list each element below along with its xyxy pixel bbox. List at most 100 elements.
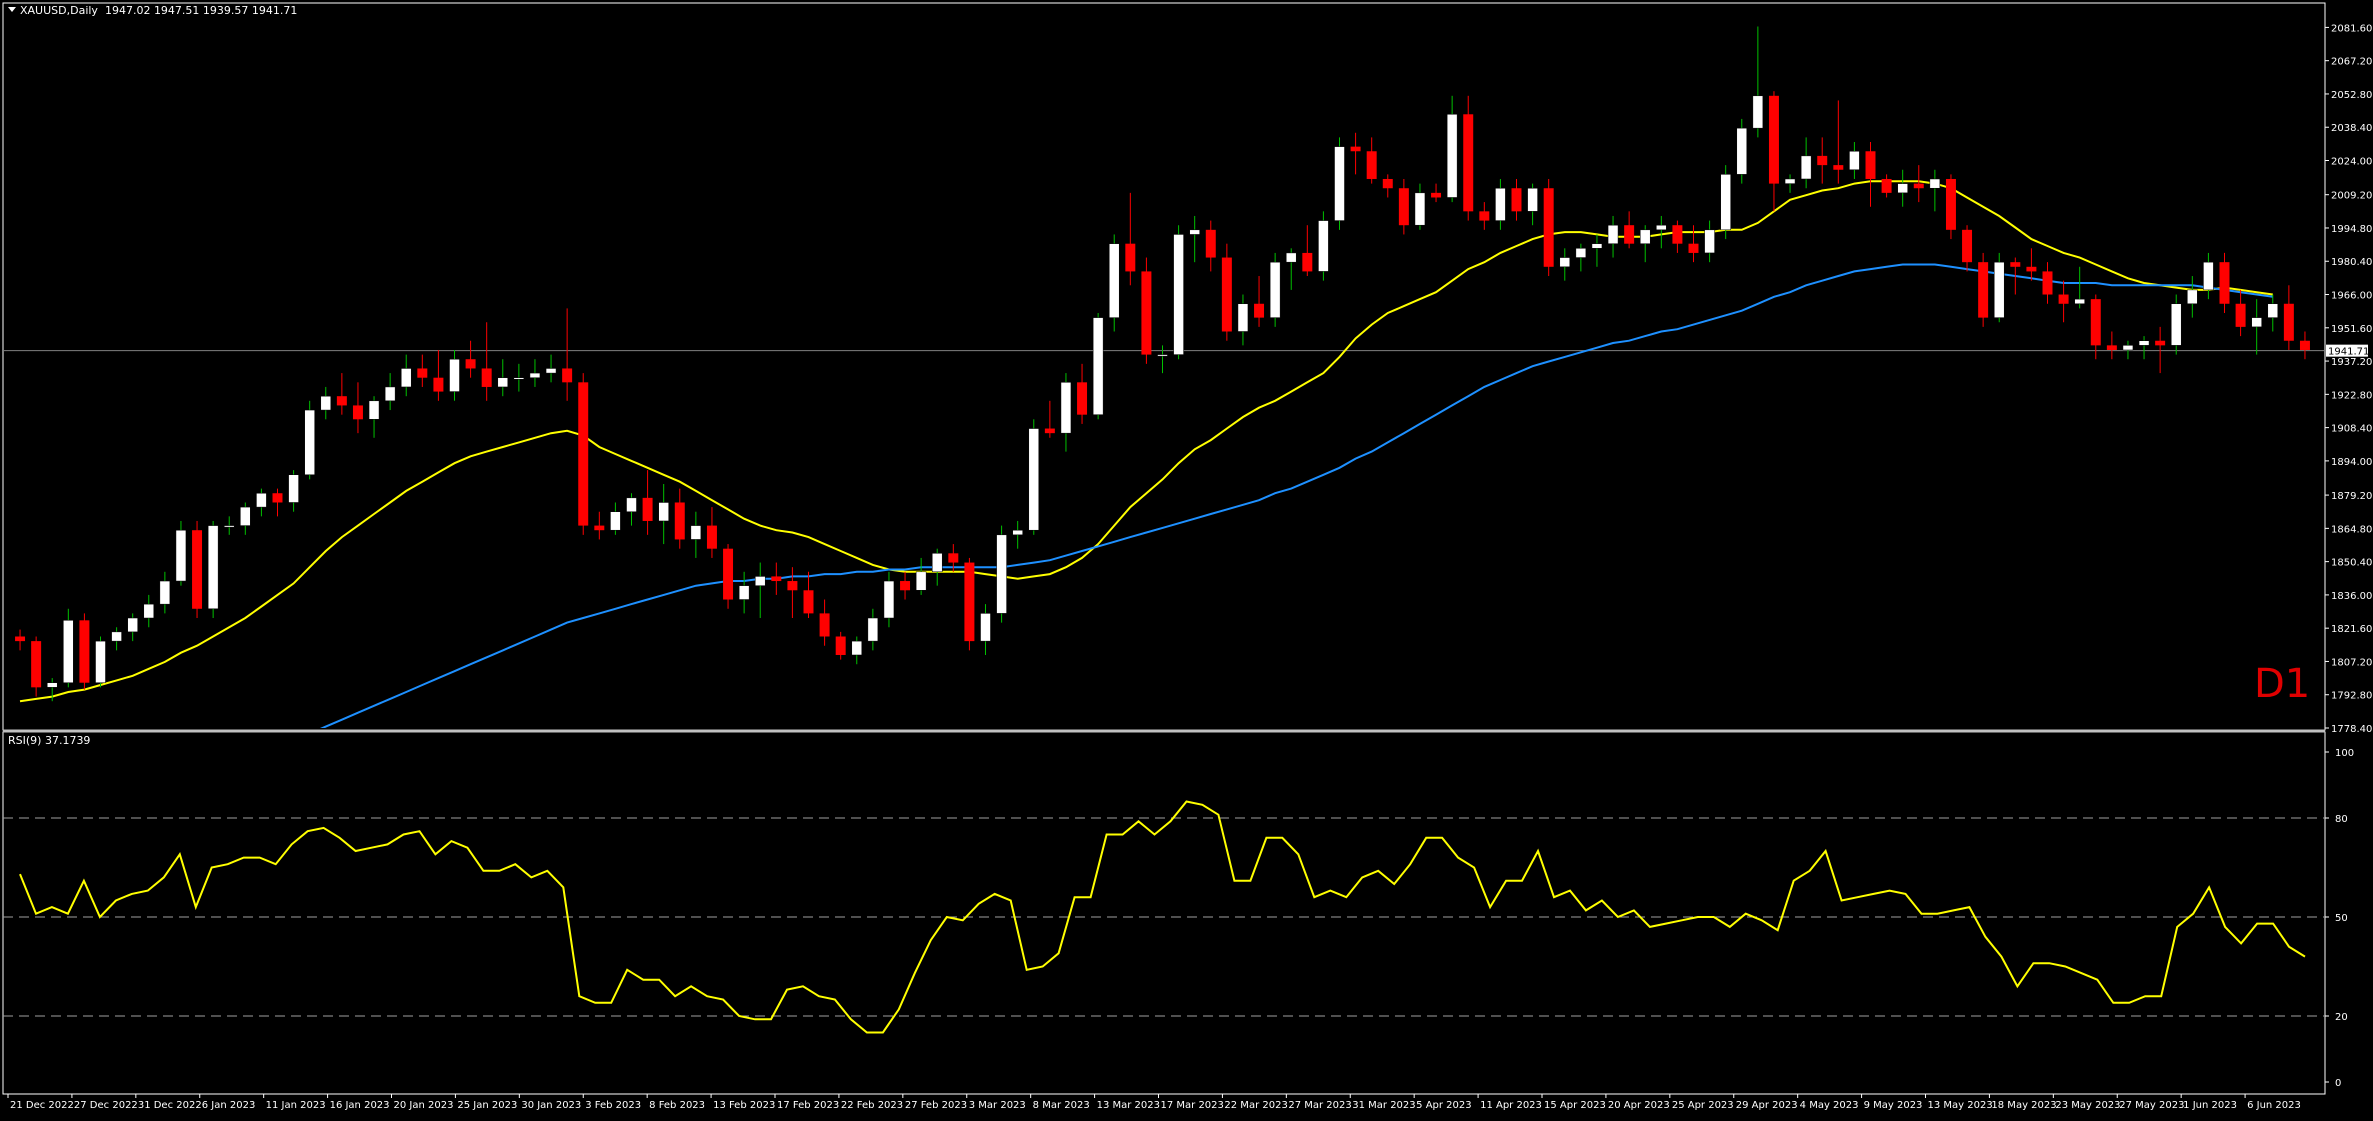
bear-candle[interactable] [948,553,959,563]
bull-candle[interactable] [497,377,509,388]
bull-candle[interactable] [223,525,235,528]
bear-candle[interactable] [272,493,283,503]
bull-candle[interactable] [1092,317,1104,415]
bear-candle[interactable] [1125,243,1136,272]
bear-candle[interactable] [642,497,653,521]
bear-candle[interactable] [2090,299,2101,346]
bear-candle[interactable] [1978,262,1989,318]
bull-candle[interactable] [1575,248,1587,258]
bear-candle[interactable] [417,368,428,378]
bear-candle[interactable] [1463,114,1474,212]
bear-candle[interactable] [1141,271,1152,355]
bear-candle[interactable] [594,525,605,531]
bear-candle[interactable] [79,620,90,683]
bull-candle[interactable] [1414,192,1426,226]
bull-candle[interactable] [2187,289,2198,305]
bear-candle[interactable] [1398,188,1409,226]
bull-candle[interactable] [1993,261,2005,318]
bull-candle[interactable] [610,511,621,531]
bull-candle[interactable] [1173,234,1184,355]
bear-candle[interactable] [1945,178,1956,230]
bear-candle[interactable] [803,590,814,614]
bull-candle[interactable] [1736,127,1748,175]
bull-candle[interactable] [1639,229,1651,244]
bull-candle[interactable] [1318,220,1329,272]
bear-candle[interactable] [771,576,782,582]
bull-candle[interactable] [1446,114,1458,198]
bear-candle[interactable] [1962,229,1973,263]
bear-candle[interactable] [723,548,734,600]
bear-candle[interactable] [1624,225,1635,244]
bull-candle[interactable] [883,580,895,619]
bull-candle[interactable] [1784,178,1796,184]
bear-candle[interactable] [1205,229,1216,258]
bear-candle[interactable] [2058,294,2069,304]
bull-candle[interactable] [1720,174,1731,231]
bear-candle[interactable] [1817,155,1828,166]
bear-candle[interactable] [1479,211,1490,221]
bear-candle[interactable] [31,641,42,688]
bull-candle[interactable] [1800,155,1812,180]
bear-candle[interactable] [1865,151,1876,179]
bull-candle[interactable] [143,603,155,619]
bull-candle[interactable] [980,613,991,642]
bull-candle[interactable] [1591,243,1603,249]
bull-candle[interactable] [46,682,58,688]
bear-candle[interactable] [15,636,26,642]
bull-candle[interactable] [545,368,557,374]
bear-candle[interactable] [352,405,363,420]
bear-candle[interactable] [1881,178,1892,193]
bull-candle[interactable] [1285,252,1297,263]
bear-candle[interactable] [1350,146,1361,152]
bull-candle[interactable] [1897,183,1908,194]
chart-window[interactable]: 2081.60 2067.20 2052.80 2038.40 2024.00 2009.… [0,0,2373,1117]
bull-candle[interactable] [1929,178,1941,189]
bear-candle[interactable] [2155,340,2166,346]
bear-candle[interactable] [2042,271,2053,295]
bear-candle[interactable] [1254,303,1265,318]
bull-candle[interactable] [738,585,750,600]
bull-candle[interactable] [529,372,541,378]
bear-candle[interactable] [1382,178,1393,189]
bull-candle[interactable] [1060,382,1072,434]
bear-candle[interactable] [819,613,830,637]
bear-candle[interactable] [1302,252,1313,272]
bull-candle[interactable] [304,409,315,476]
bear-candle[interactable] [2235,303,2246,327]
bear-candle[interactable] [336,396,347,406]
bull-candle[interactable] [1237,303,1249,332]
bear-candle[interactable] [964,562,975,642]
bear-candle[interactable] [706,525,717,549]
dropdown-triangle-icon[interactable] [8,7,16,12]
bear-candle[interactable] [787,581,798,591]
bear-candle[interactable] [2106,345,2117,350]
bull-candle[interactable] [2138,340,2150,346]
chart-canvas[interactable]: 2081.60 2067.20 2052.80 2038.40 2024.00 2009.… [0,0,2373,1117]
bull-candle[interactable] [1334,146,1345,221]
bull-candle[interactable] [2122,345,2134,351]
bull-candle[interactable] [1028,428,1040,531]
bull-candle[interactable] [1189,229,1200,235]
bull-candle[interactable] [626,497,637,512]
bull-candle[interactable] [256,492,267,508]
bear-candle[interactable] [2026,266,2037,272]
bull-candle[interactable] [1527,187,1538,212]
bull-candle[interactable] [915,571,927,591]
bear-candle[interactable] [1077,382,1088,415]
bull-candle[interactable] [1012,529,1023,536]
bear-candle[interactable] [900,581,911,591]
bear-candle[interactable] [835,636,846,655]
bear-candle[interactable] [433,377,444,392]
bull-candle[interactable] [1559,257,1571,268]
bear-candle[interactable] [1366,151,1377,179]
bull-candle[interactable] [449,358,460,392]
bear-candle[interactable] [1221,257,1232,332]
bear-candle[interactable] [1768,95,1779,184]
bull-candle[interactable] [658,502,669,522]
bull-candle[interactable] [754,576,766,586]
bull-candle[interactable] [288,474,299,503]
bull-candle[interactable] [867,617,879,642]
bull-candle[interactable] [127,617,138,633]
bear-candle[interactable] [1672,225,1683,244]
bear-candle[interactable] [1913,183,1924,189]
